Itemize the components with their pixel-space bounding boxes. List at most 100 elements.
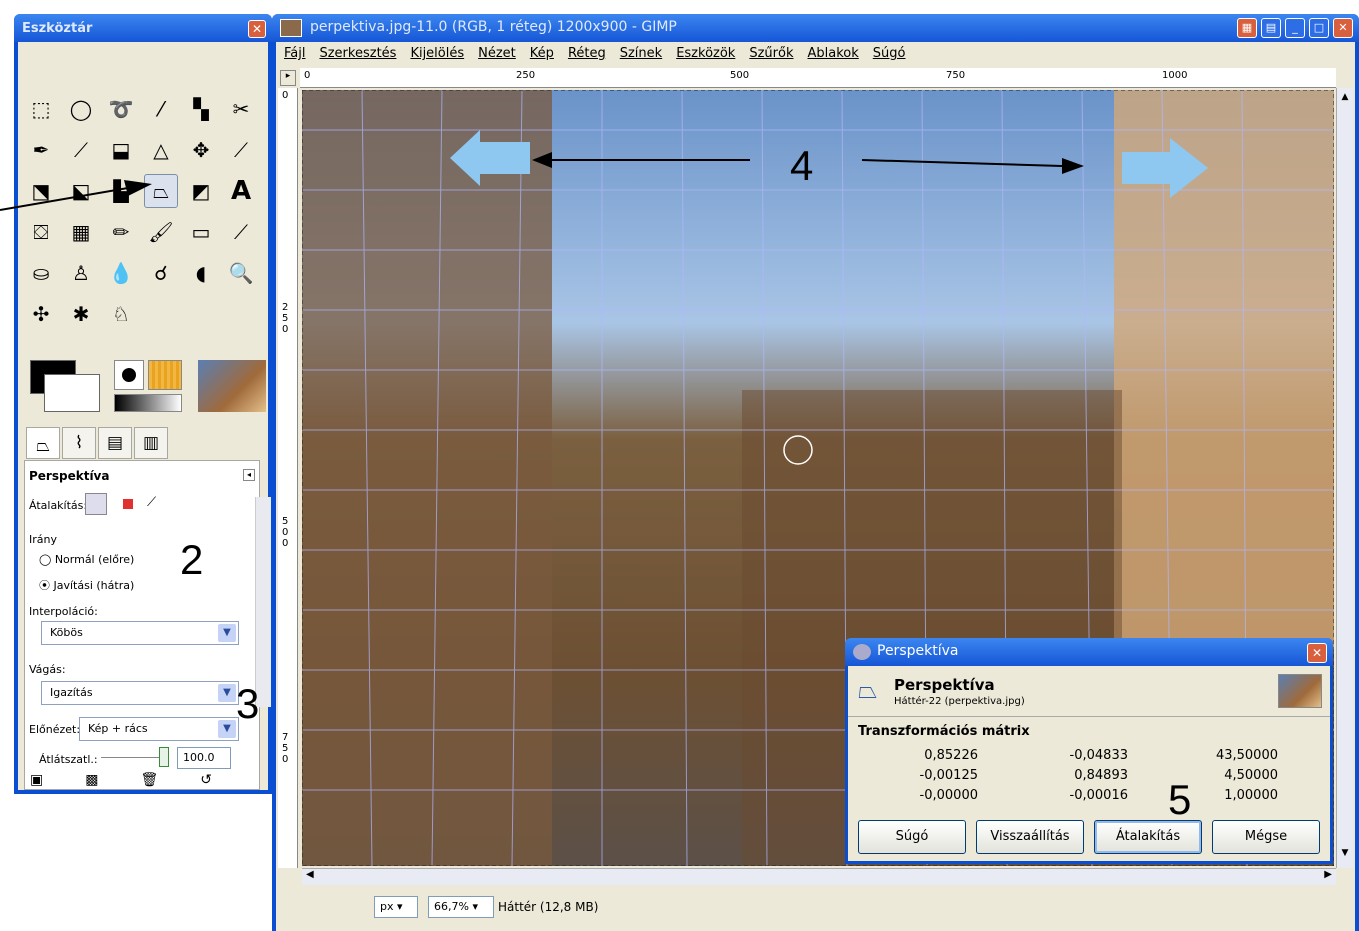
bucket-icon[interactable]: ⛋ <box>24 215 58 249</box>
unit-select[interactable]: px ▾ <box>374 896 418 918</box>
delete-options-icon[interactable]: 🗑 <box>140 772 158 788</box>
zoom-select[interactable]: 66,7% ▾ <box>428 896 494 918</box>
text-icon[interactable]: A <box>224 174 258 208</box>
menu-help[interactable]: Súgó <box>873 46 906 61</box>
opacity-slider[interactable] <box>101 757 161 758</box>
menu-windows[interactable]: Ablakok <box>807 46 858 61</box>
dir-correct-radio[interactable]: ⦿ Javítási (hátra) <box>39 577 134 593</box>
menu-image[interactable]: Kép <box>530 46 554 61</box>
close-icon[interactable]: ✕ <box>1333 18 1353 38</box>
dodge-icon[interactable]: 💧 <box>104 256 138 290</box>
align-icon[interactable]: ⟋ <box>224 133 258 167</box>
opacity-input[interactable]: 100.0 <box>177 747 231 769</box>
free-select-icon[interactable]: ➰ <box>104 92 138 126</box>
options-scrollbar[interactable] <box>255 497 271 707</box>
menu-view[interactable]: Nézet <box>478 46 516 61</box>
chevron-up-icon[interactable]: ▲ <box>1338 92 1352 108</box>
horizontal-scrollbar[interactable]: ◀ ▶ <box>302 868 1336 885</box>
ellipse-select-icon[interactable]: ◯ <box>64 92 98 126</box>
menu-select[interactable]: Kijelölés <box>410 46 464 61</box>
flip-icon[interactable]: ◩ <box>184 174 218 208</box>
save-options-icon[interactable]: ▣ <box>30 772 43 788</box>
fuzzy-select-icon[interactable]: ⁄ <box>144 92 178 126</box>
eraser-icon[interactable]: ▭ <box>184 215 218 249</box>
maximize-icon[interactable]: □ <box>1309 18 1329 38</box>
menu-edit[interactable]: Szerkesztés <box>319 46 396 61</box>
paintbrush-icon[interactable]: 🖌 <box>144 215 178 249</box>
opacity-slider-handle[interactable] <box>159 747 169 767</box>
chevron-left-icon[interactable]: ◀ <box>306 869 314 880</box>
blend-icon[interactable]: ▦ <box>64 215 98 249</box>
measure-icon[interactable]: △ <box>144 133 178 167</box>
tool-options-tab[interactable]: ⏢ <box>26 427 60 459</box>
menu-layer[interactable]: Réteg <box>568 46 606 61</box>
burn-icon[interactable]: ◖ <box>184 256 218 290</box>
transform-path-icon[interactable]: ⟋ <box>147 495 156 510</box>
minimize-icon[interactable]: _ <box>1285 18 1305 38</box>
paths-icon[interactable]: ✒ <box>24 133 58 167</box>
cage-icon[interactable]: ✣ <box>24 297 58 331</box>
preview-combo[interactable]: Kép + rács ▼ <box>79 717 239 741</box>
chevron-down-icon[interactable]: ▼ <box>218 624 236 642</box>
close-icon[interactable]: ✕ <box>248 20 266 38</box>
move-icon[interactable]: ✥ <box>184 133 218 167</box>
brush-preview[interactable] <box>114 360 186 412</box>
menu-colors[interactable]: Színek <box>620 46 662 61</box>
fullscreen-icon[interactable]: ▤ <box>1261 18 1281 38</box>
paths-tab[interactable]: ⌇ <box>62 427 96 459</box>
restore-options-icon[interactable]: ▩ <box>85 772 98 788</box>
clip-combo[interactable]: Igazítás ▼ <box>41 681 239 705</box>
reset-options-icon[interactable]: ↺ <box>200 772 212 788</box>
vertical-scrollbar[interactable]: ▲ ▼ <box>1336 88 1353 868</box>
clone-icon[interactable]: ♙ <box>64 256 98 290</box>
reset-button[interactable]: Visszaállítás <box>976 820 1084 854</box>
dialog-body: ⏢ Perspektíva Háttér-22 (perpektiva.jpg)… <box>848 666 1330 861</box>
image-thumbnail <box>1278 674 1322 708</box>
interp-value: Köbös <box>50 626 83 639</box>
menu-file[interactable]: Fájl <box>284 46 305 61</box>
transform-layer-icon[interactable] <box>85 493 107 515</box>
color-picker-icon[interactable]: ⟋ <box>64 133 98 167</box>
smudge-icon[interactable]: ☌ <box>144 256 178 290</box>
menubar: Fájl Szerkesztés Kijelölés Nézet Kép Rét… <box>284 46 905 61</box>
chevron-right-icon[interactable]: ▶ <box>1324 869 1332 880</box>
matrix-cell: -0,04833 <box>1069 748 1128 763</box>
perspective-clone-icon[interactable]: ♘ <box>104 297 138 331</box>
airbrush-icon[interactable]: ⟋ <box>224 215 258 249</box>
dir-normal-radio[interactable]: ◯ Normál (előre) <box>39 553 134 566</box>
magnify-icon[interactable]: 🔍 <box>224 256 258 290</box>
image-thumbnail[interactable] <box>198 360 266 412</box>
preview-value: Kép + rács <box>88 722 148 735</box>
close-icon[interactable]: ✕ <box>1307 643 1327 663</box>
ruler-tick: 500 <box>282 516 289 549</box>
rect-select-icon[interactable]: ⬚ <box>24 92 58 126</box>
zoom-select-icon[interactable]: ⬓ <box>104 133 138 167</box>
channels-tab[interactable]: ▥ <box>134 427 168 459</box>
tool-options-panel: Perspektíva ◂ Átalakítás: ⟋ Irány ◯ Norm… <box>24 460 271 790</box>
interp-combo[interactable]: Köbös ▼ <box>41 621 239 645</box>
pencil-icon[interactable]: ✏ <box>104 215 138 249</box>
chevron-down-icon[interactable]: ▼ <box>218 684 236 702</box>
chevron-down-icon[interactable]: ▼ <box>218 720 236 738</box>
scissors-icon[interactable]: ✂ <box>224 92 258 126</box>
layers-tab[interactable]: ▤ <box>98 427 132 459</box>
annotation-arrow <box>0 180 152 211</box>
dir-normal-label: Normál (előre) <box>54 553 135 566</box>
cancel-button[interactable]: Mégse <box>1212 820 1320 854</box>
chevron-down-icon[interactable]: ▼ <box>1338 848 1352 864</box>
matrix-cell: -0,00125 <box>919 768 978 783</box>
resize-icon[interactable]: ▦ <box>1237 18 1257 38</box>
annotation-3: 3 <box>236 680 260 727</box>
ink-icon[interactable]: ⛀ <box>24 256 58 290</box>
menu-filters[interactable]: Szűrők <box>749 46 793 61</box>
panel-menu-icon[interactable]: ◂ <box>243 469 255 481</box>
image-menu-icon[interactable]: ▸ <box>280 70 296 86</box>
ruler-tick: 250 <box>282 302 289 335</box>
background-color[interactable] <box>44 374 100 412</box>
menu-tools[interactable]: Eszközök <box>676 46 735 61</box>
transform-selection-icon[interactable] <box>123 499 133 509</box>
heal-icon[interactable]: ✱ <box>64 297 98 331</box>
help-button[interactable]: Súgó <box>858 820 966 854</box>
transform-button[interactable]: Átalakítás <box>1094 820 1202 854</box>
color-select-icon[interactable]: ▚ <box>184 92 218 126</box>
